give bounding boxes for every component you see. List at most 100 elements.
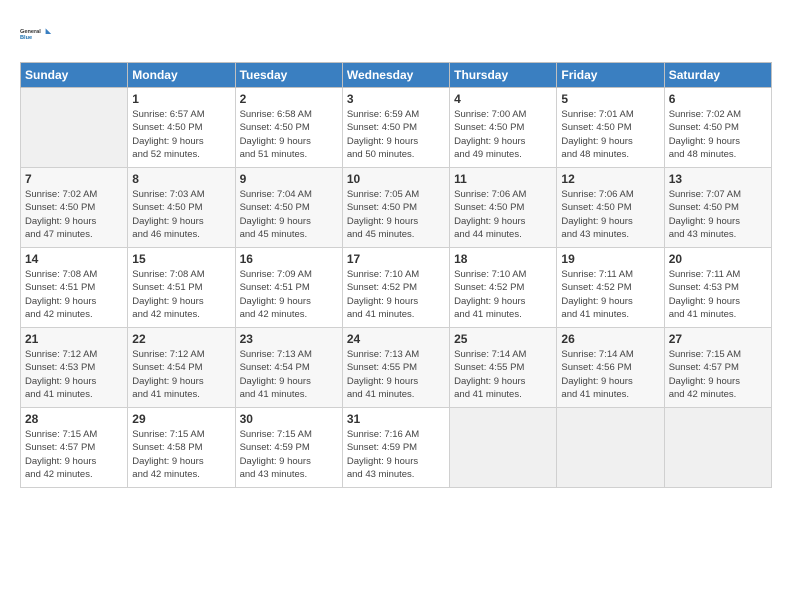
day-cell: 23 Sunrise: 7:13 AM Sunset: 4:54 PM Dayli… [235,328,342,408]
day-number: 3 [347,92,445,106]
day-cell: 27 Sunrise: 7:15 AM Sunset: 4:57 PM Dayli… [664,328,771,408]
day-cell: 14 Sunrise: 7:08 AM Sunset: 4:51 PM Dayli… [21,248,128,328]
day-cell: 12Sunrise: 7:06 AM Sunset: 4:50 PM Dayli… [557,168,664,248]
day-info: Sunrise: 7:08 AM Sunset: 4:51 PM Dayligh… [25,268,123,321]
week-row-1: 1 Sunrise: 6:57 AM Sunset: 4:50 PM Daylig… [21,88,772,168]
day-number: 10 [347,172,445,186]
day-cell: 13Sunrise: 7:07 AM Sunset: 4:50 PM Dayli… [664,168,771,248]
day-cell: 15 Sunrise: 7:08 AM Sunset: 4:51 PM Dayli… [128,248,235,328]
day-info: Sunrise: 7:15 AM Sunset: 4:57 PM Dayligh… [669,348,767,401]
day-info: Sunrise: 7:11 AM Sunset: 4:52 PM Dayligh… [561,268,659,321]
day-info: Sunrise: 7:15 AM Sunset: 4:59 PM Dayligh… [240,428,338,481]
day-number: 2 [240,92,338,106]
day-cell [21,88,128,168]
day-info: Sunrise: 7:14 AM Sunset: 4:55 PM Dayligh… [454,348,552,401]
day-info: Sunrise: 7:02 AM Sunset: 4:50 PM Dayligh… [25,188,123,241]
day-info: Sunrise: 7:15 AM Sunset: 4:57 PM Dayligh… [25,428,123,481]
day-cell: 26 Sunrise: 7:14 AM Sunset: 4:56 PM Dayli… [557,328,664,408]
day-info: Sunrise: 7:02 AM Sunset: 4:50 PM Dayligh… [669,108,767,161]
day-info: Sunrise: 7:06 AM Sunset: 4:50 PM Dayligh… [561,188,659,241]
day-cell: 25Sunrise: 7:14 AM Sunset: 4:55 PM Dayli… [450,328,557,408]
day-number: 27 [669,332,767,346]
day-info: Sunrise: 7:12 AM Sunset: 4:54 PM Dayligh… [132,348,230,401]
day-cell: 21 Sunrise: 7:12 AM Sunset: 4:53 PM Dayli… [21,328,128,408]
day-info: Sunrise: 7:15 AM Sunset: 4:58 PM Dayligh… [132,428,230,481]
calendar-table: SundayMondayTuesdayWednesdayThursdayFrid… [20,62,772,488]
day-number: 8 [132,172,230,186]
logo-icon: GeneralBlue [20,18,52,50]
day-cell: 17 Sunrise: 7:10 AM Sunset: 4:52 PM Dayli… [342,248,449,328]
svg-text:General: General [20,29,41,35]
day-cell: 5 Sunrise: 7:01 AM Sunset: 4:50 PM Daylig… [557,88,664,168]
day-info: Sunrise: 6:59 AM Sunset: 4:50 PM Dayligh… [347,108,445,161]
day-cell: 3 Sunrise: 6:59 AM Sunset: 4:50 PM Daylig… [342,88,449,168]
day-info: Sunrise: 7:10 AM Sunset: 4:52 PM Dayligh… [347,268,445,321]
col-header-wednesday: Wednesday [342,63,449,88]
week-row-5: 28 Sunrise: 7:15 AM Sunset: 4:57 PM Dayli… [21,408,772,488]
day-info: Sunrise: 7:01 AM Sunset: 4:50 PM Dayligh… [561,108,659,161]
day-info: Sunrise: 7:04 AM Sunset: 4:50 PM Dayligh… [240,188,338,241]
day-cell: 20 Sunrise: 7:11 AM Sunset: 4:53 PM Dayli… [664,248,771,328]
col-header-tuesday: Tuesday [235,63,342,88]
day-cell [557,408,664,488]
day-number: 28 [25,412,123,426]
day-cell: 29 Sunrise: 7:15 AM Sunset: 4:58 PM Dayli… [128,408,235,488]
day-info: Sunrise: 7:03 AM Sunset: 4:50 PM Dayligh… [132,188,230,241]
col-header-friday: Friday [557,63,664,88]
day-cell: 19 Sunrise: 7:11 AM Sunset: 4:52 PM Dayli… [557,248,664,328]
week-row-4: 21 Sunrise: 7:12 AM Sunset: 4:53 PM Dayli… [21,328,772,408]
day-number: 22 [132,332,230,346]
day-info: Sunrise: 7:11 AM Sunset: 4:53 PM Dayligh… [669,268,767,321]
day-info: Sunrise: 7:05 AM Sunset: 4:50 PM Dayligh… [347,188,445,241]
day-number: 7 [25,172,123,186]
day-info: Sunrise: 7:13 AM Sunset: 4:54 PM Dayligh… [240,348,338,401]
day-info: Sunrise: 7:12 AM Sunset: 4:53 PM Dayligh… [25,348,123,401]
day-info: Sunrise: 7:16 AM Sunset: 4:59 PM Dayligh… [347,428,445,481]
day-number: 29 [132,412,230,426]
day-number: 17 [347,252,445,266]
day-cell: 22 Sunrise: 7:12 AM Sunset: 4:54 PM Dayli… [128,328,235,408]
day-number: 1 [132,92,230,106]
day-info: Sunrise: 6:57 AM Sunset: 4:50 PM Dayligh… [132,108,230,161]
day-number: 13 [669,172,767,186]
day-cell [450,408,557,488]
day-cell [664,408,771,488]
day-cell: 28 Sunrise: 7:15 AM Sunset: 4:57 PM Dayli… [21,408,128,488]
page: GeneralBlue SundayMondayTuesdayWednesday… [0,0,792,498]
day-cell: 7 Sunrise: 7:02 AM Sunset: 4:50 PM Daylig… [21,168,128,248]
day-number: 23 [240,332,338,346]
day-info: Sunrise: 7:08 AM Sunset: 4:51 PM Dayligh… [132,268,230,321]
day-cell: 6 Sunrise: 7:02 AM Sunset: 4:50 PM Daylig… [664,88,771,168]
day-number: 18 [454,252,552,266]
day-number: 4 [454,92,552,106]
header-row: SundayMondayTuesdayWednesdayThursdayFrid… [21,63,772,88]
day-number: 6 [669,92,767,106]
day-info: Sunrise: 7:06 AM Sunset: 4:50 PM Dayligh… [454,188,552,241]
day-info: Sunrise: 7:10 AM Sunset: 4:52 PM Dayligh… [454,268,552,321]
day-cell: 31 Sunrise: 7:16 AM Sunset: 4:59 PM Dayli… [342,408,449,488]
header: GeneralBlue [20,18,772,50]
day-number: 19 [561,252,659,266]
day-number: 26 [561,332,659,346]
day-number: 21 [25,332,123,346]
day-number: 14 [25,252,123,266]
col-header-saturday: Saturday [664,63,771,88]
day-info: Sunrise: 7:13 AM Sunset: 4:55 PM Dayligh… [347,348,445,401]
day-info: Sunrise: 7:09 AM Sunset: 4:51 PM Dayligh… [240,268,338,321]
week-row-3: 14 Sunrise: 7:08 AM Sunset: 4:51 PM Dayli… [21,248,772,328]
day-cell: 10 Sunrise: 7:05 AM Sunset: 4:50 PM Dayli… [342,168,449,248]
col-header-thursday: Thursday [450,63,557,88]
day-number: 20 [669,252,767,266]
day-cell: 18 Sunrise: 7:10 AM Sunset: 4:52 PM Dayli… [450,248,557,328]
day-number: 5 [561,92,659,106]
day-number: 15 [132,252,230,266]
day-cell: 9 Sunrise: 7:04 AM Sunset: 4:50 PM Daylig… [235,168,342,248]
col-header-sunday: Sunday [21,63,128,88]
day-cell: 2Sunrise: 6:58 AM Sunset: 4:50 PM Daylig… [235,88,342,168]
day-number: 24 [347,332,445,346]
day-cell: 16Sunrise: 7:09 AM Sunset: 4:51 PM Dayli… [235,248,342,328]
day-number: 31 [347,412,445,426]
day-info: Sunrise: 7:14 AM Sunset: 4:56 PM Dayligh… [561,348,659,401]
day-info: Sunrise: 7:00 AM Sunset: 4:50 PM Dayligh… [454,108,552,161]
day-number: 9 [240,172,338,186]
